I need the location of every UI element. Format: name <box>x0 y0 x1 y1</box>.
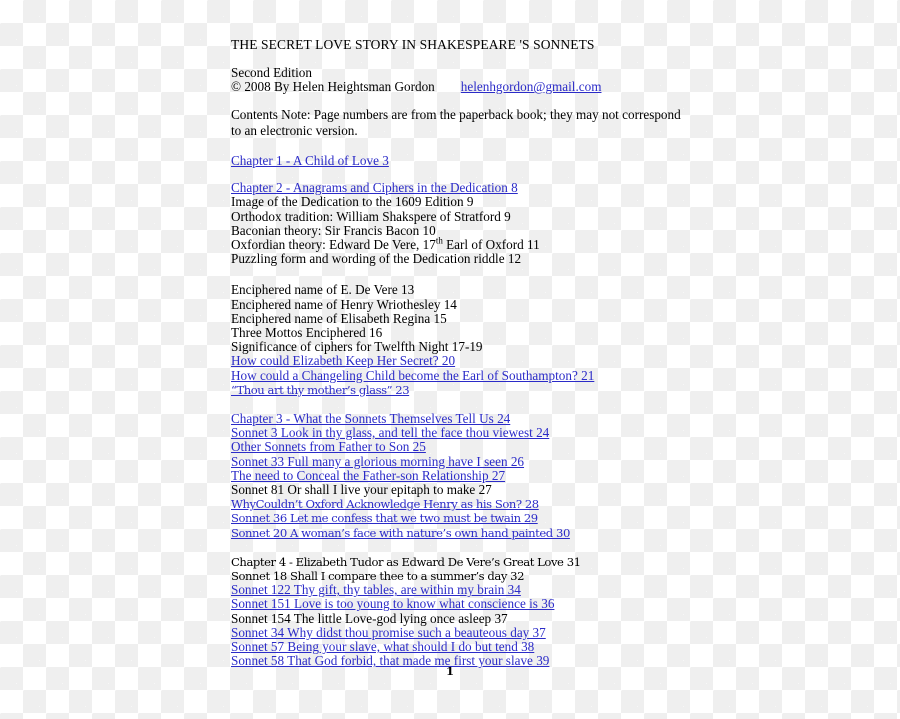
oxfordian-pre: Oxfordian theory: Edward De Vere, 17 <box>231 237 436 253</box>
copyright-row: © 2008 By Helen Heightsman Gordon helenhg… <box>231 80 683 94</box>
toc-link[interactable]: The need to Conceal the Father-son Relat… <box>231 468 683 483</box>
toc-link-chapter-1[interactable]: Chapter 1 - A Child of Love 3 <box>231 153 683 168</box>
toc-entry-chapter-4: Chapter 4 - Elizabeth Tudor as Edward De… <box>231 554 581 569</box>
toc-link[interactable]: Sonnet 33 Full many a glorious morning h… <box>231 454 683 469</box>
toc-link[interactable]: Sonnet 151 Love is too young to know wha… <box>231 597 683 611</box>
copyright-text: © 2008 By Helen Heightsman Gordon <box>231 79 435 95</box>
toc-entry: Orthodox tradition: William Shakspere of… <box>231 208 511 224</box>
toc-link[interactable]: WhyCouldn’t Oxford Acknowledge Henry as … <box>231 497 683 511</box>
toc-link[interactable]: “Thou art thy mother’s glass” 23 <box>231 383 683 397</box>
contents-note: Contents Note: Page numbers are from the… <box>231 107 681 139</box>
toc-entry-oxfordian: Oxfordian theory: Edward De Vere, 17th E… <box>231 235 683 253</box>
toc-link[interactable]: Sonnet 20 A woman’s face with nature’s o… <box>231 526 683 540</box>
document-title: THE SECRET LOVE STORY IN SHAKESPEARE 'S … <box>231 37 595 52</box>
toc-link[interactable]: How could a Changeling Child become the … <box>231 368 683 383</box>
page-number: 1 <box>445 664 454 678</box>
toc-entry: Enciphered name of Elisabeth Regina 15 <box>231 310 447 326</box>
toc-entry: Baconian theory: Sir Francis Bacon 10 <box>231 222 436 238</box>
toc-entry: Sonnet 154 The little Love-god lying onc… <box>231 610 508 626</box>
toc-link[interactable]: Sonnet 34 Why didst thou promise such a … <box>231 625 683 640</box>
document-page: THE SECRET LOVE STORY IN SHAKESPEARE 'S … <box>0 0 900 719</box>
document-body: THE SECRET LOVE STORY IN SHAKESPEARE 'S … <box>231 36 683 669</box>
toc-link-chapter-2[interactable]: Chapter 2 - Anagrams and Ciphers in the … <box>231 181 683 195</box>
toc-link[interactable]: Other Sonnets from Father to Son 25 <box>231 440 683 454</box>
toc-link[interactable]: Sonnet 122 Thy gift, thy tables, are wit… <box>231 583 683 597</box>
toc-entry: Significance of ciphers for Twelfth Nigh… <box>231 339 483 355</box>
toc-link[interactable]: How could Elizabeth Keep Her Secret? 20 <box>231 354 683 368</box>
email-link[interactable]: helenhgordon@gmail.com <box>461 79 602 94</box>
edition-label: Second Edition <box>231 65 312 80</box>
toc-link[interactable]: Sonnet 3 Look in thy glass, and tell the… <box>231 426 683 440</box>
toc-entry: Puzzling form and wording of the Dedicat… <box>231 251 522 267</box>
toc-entry: Three Mottos Enciphered 16 <box>231 325 383 341</box>
toc-link[interactable]: Sonnet 36 Let me confess that we two mus… <box>231 511 683 525</box>
toc-chapter-4-items: Sonnet 18 Shall I compare thee to a summ… <box>231 569 683 668</box>
oxfordian-post: Earl of Oxford 11 <box>442 237 540 253</box>
ordinal-suffix: th <box>435 235 443 246</box>
toc-entry: Image of the Dedication to the 1609 Edit… <box>231 194 474 210</box>
toc-entry: Enciphered name of Henry Wriothesley 14 <box>231 296 457 312</box>
toc-link-chapter-3[interactable]: Chapter 3 - What the Sonnets Themselves … <box>231 411 683 426</box>
toc-link[interactable]: Sonnet 57 Being your slave, what should … <box>231 639 683 654</box>
toc-entry: Sonnet 18 Shall I compare thee to a summ… <box>231 569 525 584</box>
toc-entry: Enciphered name of E. De Vere 13 <box>231 282 415 298</box>
toc-chapter-3-items: Sonnet 3 Look in thy glass, and tell the… <box>231 426 683 540</box>
toc-entry: Sonnet 81 Or shall I live your epitaph t… <box>231 482 492 498</box>
